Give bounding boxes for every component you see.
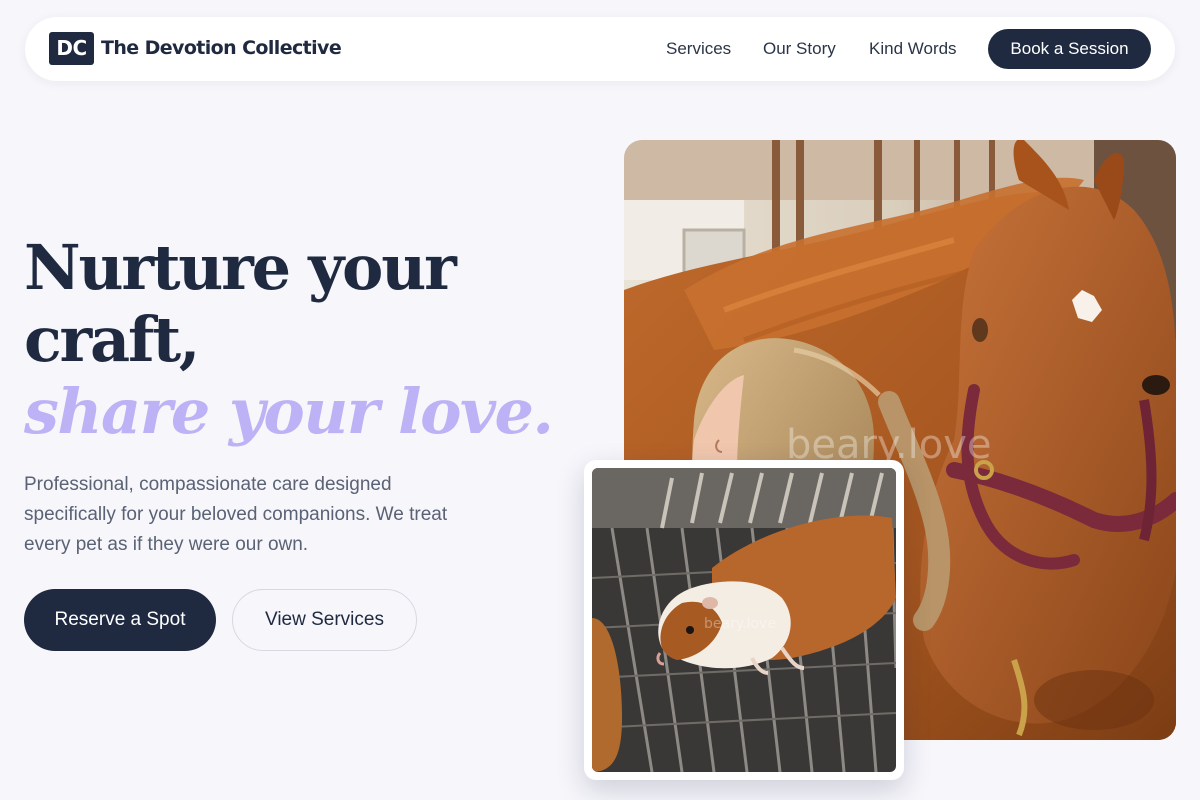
nav-link-services[interactable]: Services [666, 39, 731, 59]
book-session-button[interactable]: Book a Session [988, 29, 1151, 69]
hero-description: Professional, compassionate care designe… [24, 474, 448, 555]
nav-link-kind-words[interactable]: Kind Words [869, 39, 957, 59]
headline-accent: share your love. [24, 375, 554, 448]
view-services-button[interactable]: View Services [232, 589, 417, 651]
guinea-pig-illustration: beary.love [592, 468, 896, 772]
small-watermark-text: beary.love [704, 616, 776, 632]
headline-line-2: craft, [24, 303, 200, 376]
nav-link-our-story[interactable]: Our Story [763, 39, 836, 59]
logo-mark[interactable]: DC [49, 32, 94, 65]
top-nav-bar: DC The Devotion Collective Services Our … [25, 17, 1175, 81]
headline-line-1: Nurture your [24, 231, 457, 304]
small-photo-card: beary.love [584, 460, 904, 780]
guinea-pig-photo: beary.love [592, 468, 896, 772]
brand-name[interactable]: The Devotion Collective [101, 37, 342, 59]
hero-headline: Nurture your craft, share your love. [24, 232, 584, 448]
reserve-spot-button[interactable]: Reserve a Spot [24, 589, 216, 651]
